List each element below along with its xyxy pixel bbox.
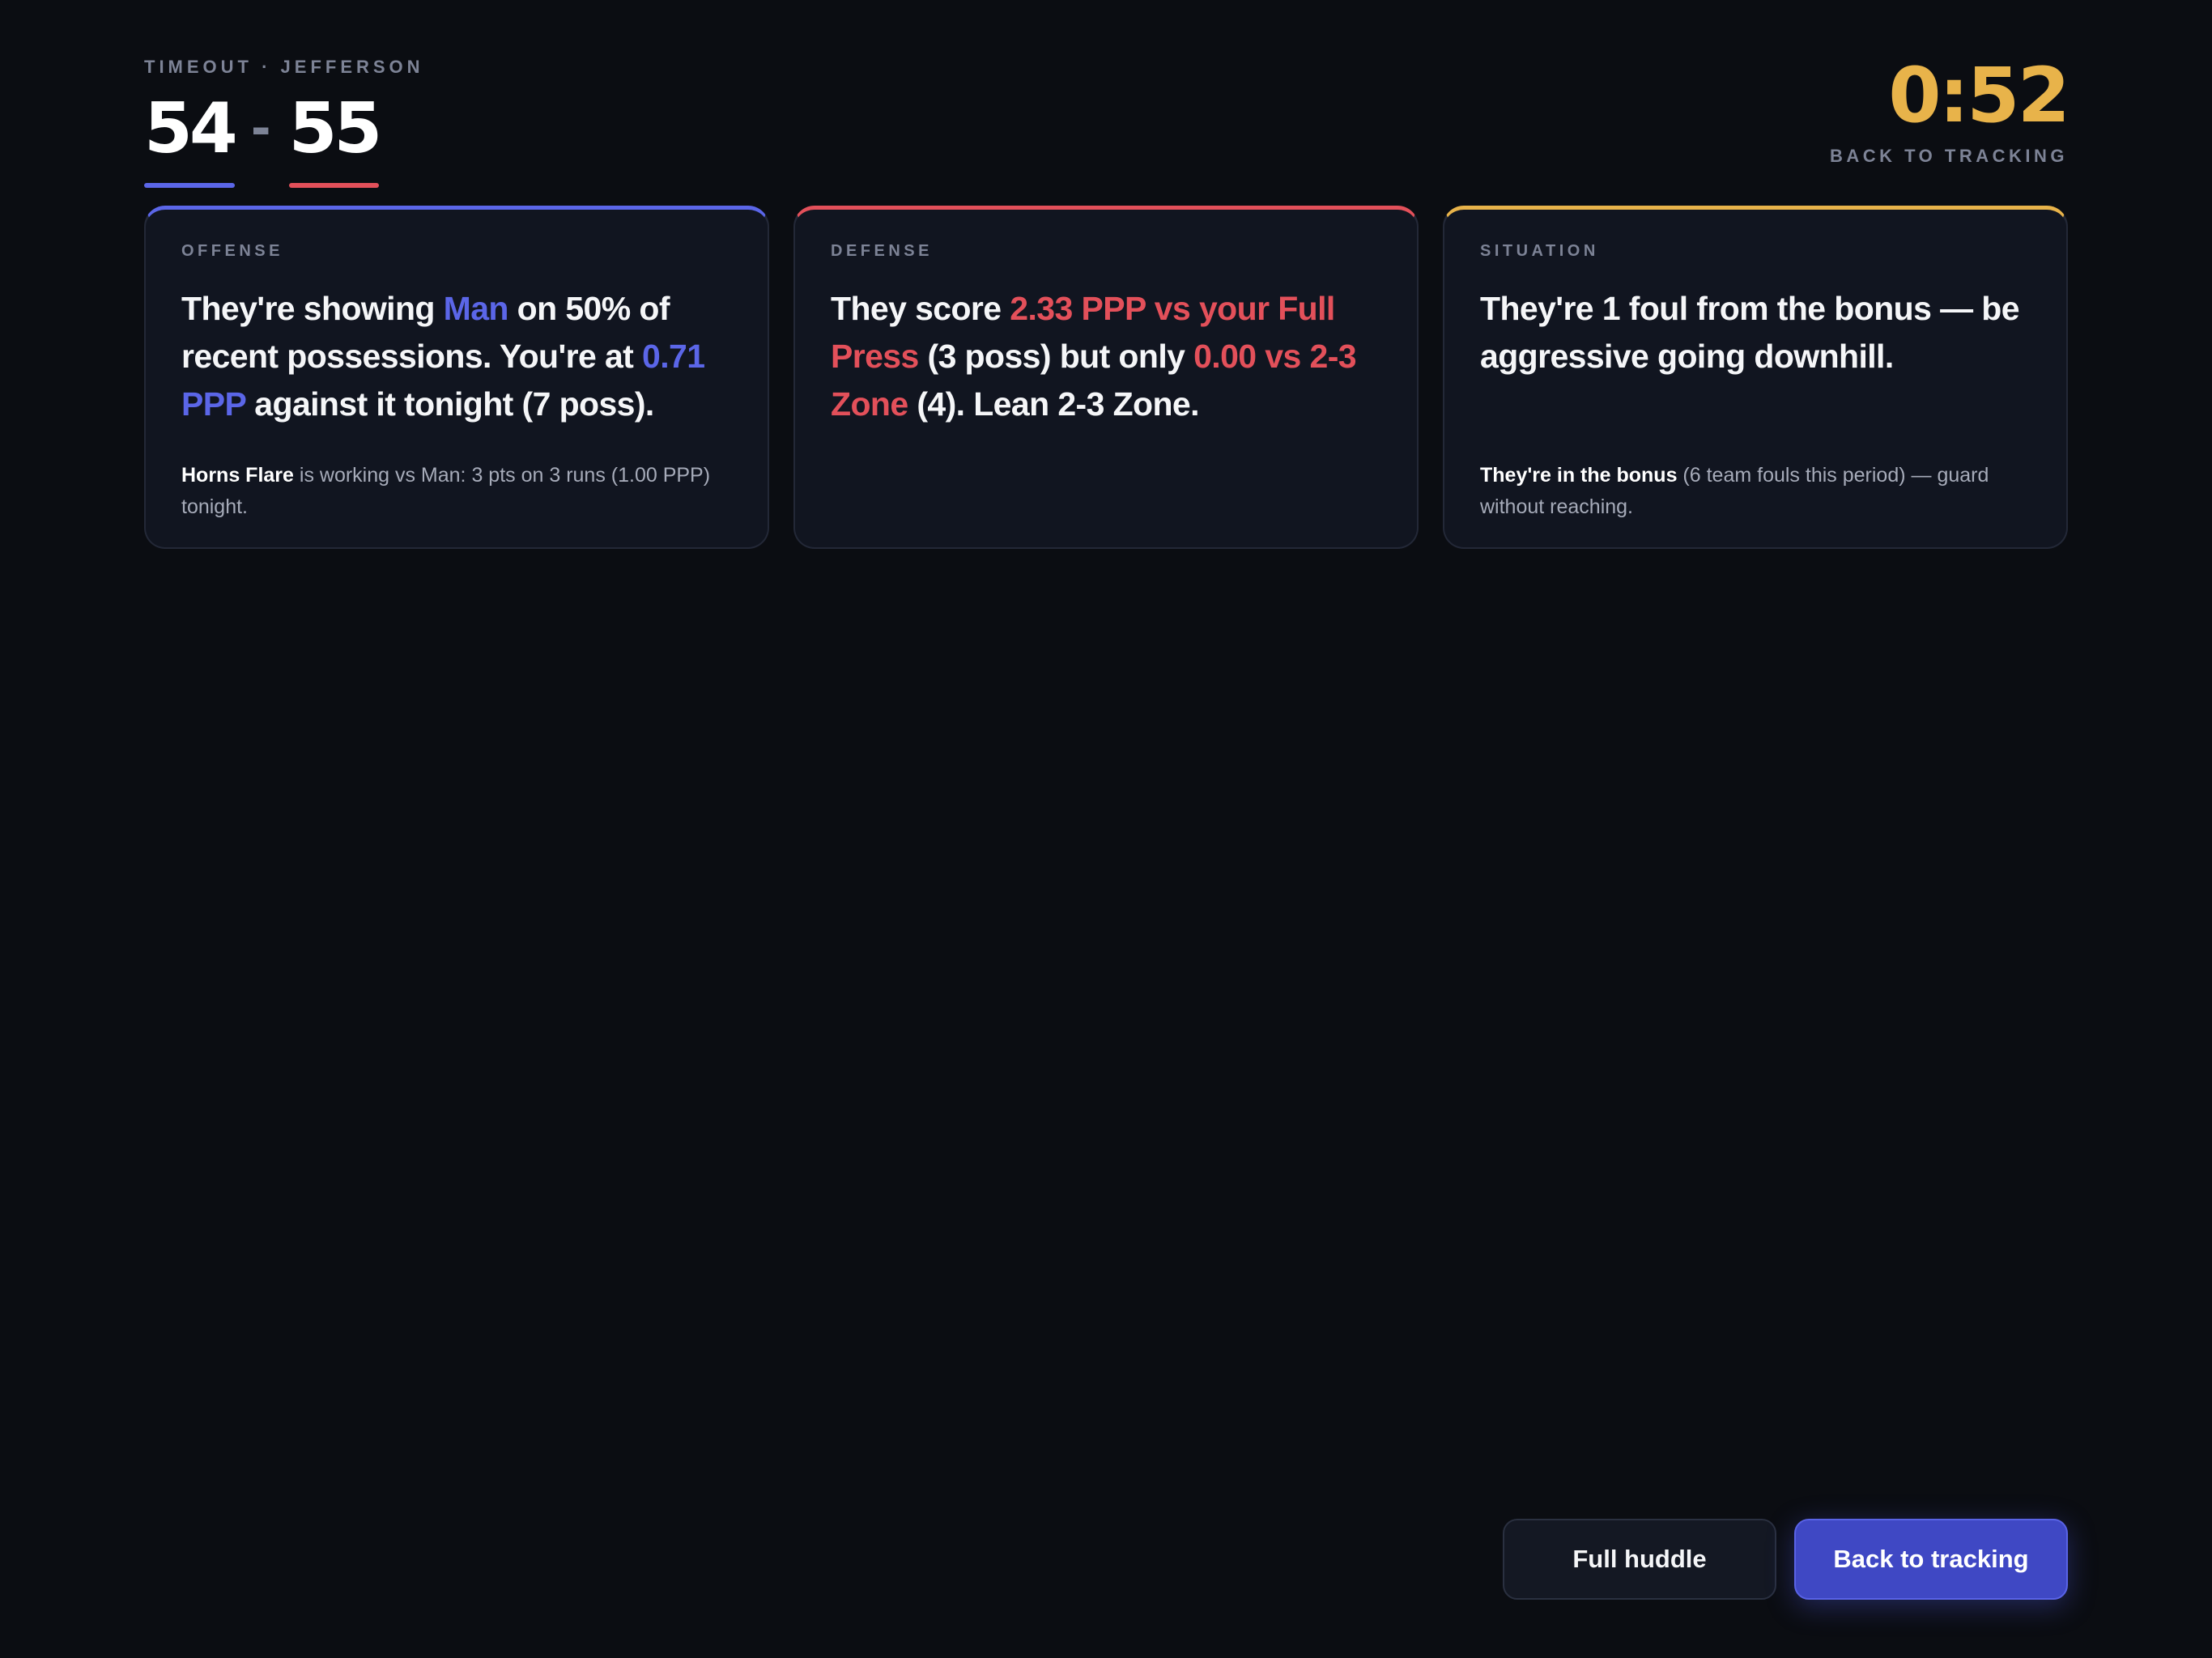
timeout-clock-block[interactable]: 0:52 BACK TO TRACKING xyxy=(1829,52,2070,167)
score-header: TIMEOUT · JEFFERSON 54 - 55 xyxy=(144,57,424,188)
headline-text: against it tonight (7 poss). xyxy=(245,385,654,423)
scoreline: 54 - 55 xyxy=(144,94,424,188)
defense-card: DEFENSE They score 2.33 PPP vs your Full… xyxy=(793,206,1419,549)
timeout-clock: 0:52 xyxy=(1888,52,2070,140)
insight-cards: OFFENSE They're showing Man on 50% of re… xyxy=(144,206,2068,549)
card-label-situation: SITUATION xyxy=(1480,242,1599,260)
note-emphasis: They're in the bonus xyxy=(1480,464,1678,487)
headline-text: (3 poss) but only xyxy=(918,338,1194,375)
headline-text: They score xyxy=(831,290,1010,327)
full-huddle-button[interactable]: Full huddle xyxy=(1503,1519,1776,1600)
highlight-defense-type: Man xyxy=(443,290,509,327)
defense-headline: They score 2.33 PPP vs your Full Press (… xyxy=(831,285,1381,428)
card-label-defense: DEFENSE xyxy=(831,242,933,260)
situation-headline: They're 1 foul from the bonus — be aggre… xyxy=(1480,290,2020,375)
timeout-screen: TIMEOUT · JEFFERSON 54 - 55 0:52 BACK TO… xyxy=(0,0,2212,1658)
offense-card: OFFENSE They're showing Man on 50% of re… xyxy=(144,206,769,549)
headline-text: They're showing xyxy=(181,290,444,327)
note-emphasis: Horns Flare xyxy=(181,464,294,487)
back-to-tracking-button[interactable]: Back to tracking xyxy=(1794,1519,2068,1600)
offense-note: Horns Flare is working vs Man: 3 pts on … xyxy=(181,460,732,523)
action-bar: Full huddle Back to tracking xyxy=(1503,1519,2068,1600)
headline-text: (4). Lean 2-3 Zone. xyxy=(908,385,1199,423)
situation-card: SITUATION They're 1 foul from the bonus … xyxy=(1443,206,2068,549)
timeout-eyebrow: TIMEOUT · JEFFERSON xyxy=(144,57,424,77)
offense-headline: They're showing Man on 50% of recent pos… xyxy=(181,285,732,428)
home-score: 54 xyxy=(144,94,238,188)
situation-note: They're in the bonus (6 team fouls this … xyxy=(1480,460,2031,523)
score-separator: - xyxy=(250,100,271,157)
card-label-offense: OFFENSE xyxy=(181,242,283,260)
away-score: 55 xyxy=(288,94,382,188)
clock-caption: BACK TO TRACKING xyxy=(1829,146,2068,166)
